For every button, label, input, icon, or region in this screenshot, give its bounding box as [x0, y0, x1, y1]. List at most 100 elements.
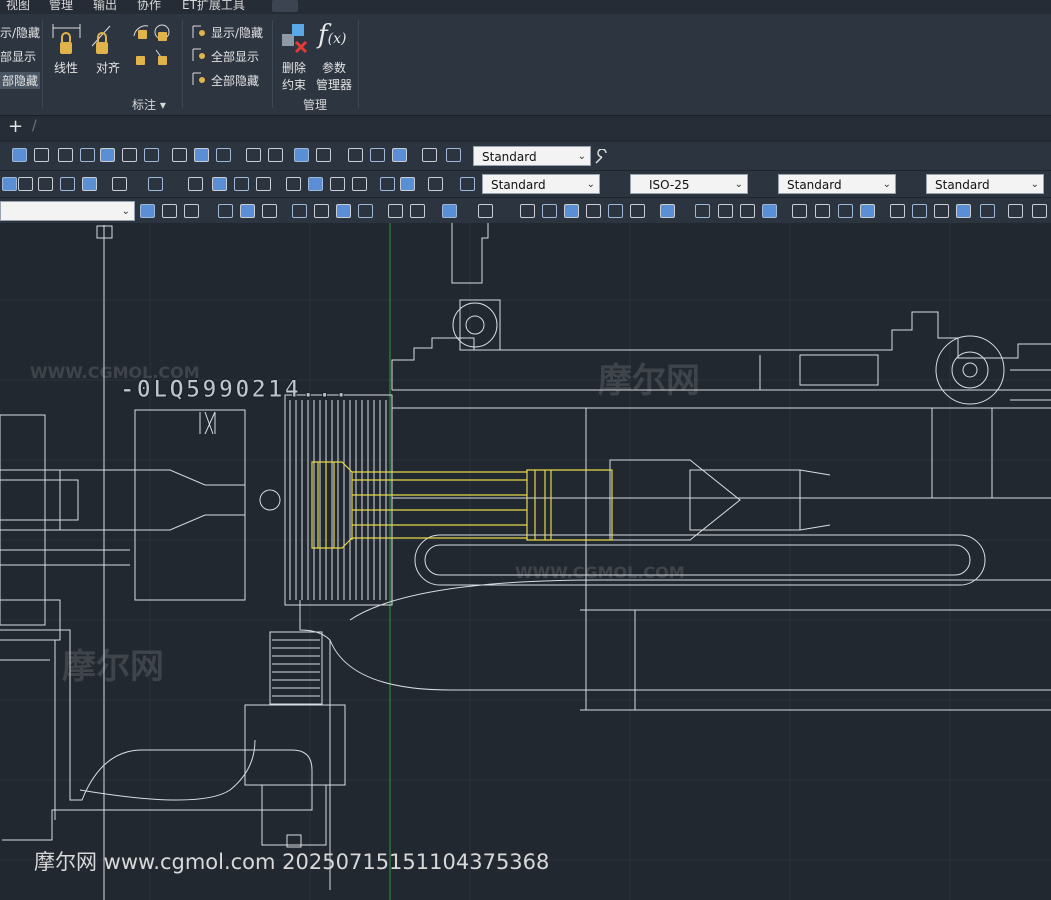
toolbar-tool-icon[interactable] [838, 204, 853, 218]
toolbar-tool-icon[interactable] [564, 204, 579, 218]
toolbar-tool-icon[interactable] [112, 177, 127, 191]
menu-manage[interactable]: 管理 [49, 0, 73, 12]
multileader-style-combo[interactable]: Standard ⌄ [926, 174, 1044, 194]
toolbar-tool-icon[interactable] [144, 148, 159, 162]
parameters-manager-icon[interactable]: f(x) [318, 20, 346, 50]
angular-lock-icon[interactable] [130, 20, 174, 80]
ribbon-minimize-icon[interactable] [272, 0, 298, 12]
toolbar-tool-icon[interactable] [422, 148, 437, 162]
toolbar-tool-icon[interactable] [956, 204, 971, 218]
toolbar-tool-icon[interactable] [140, 204, 155, 218]
toolbar-tool-icon[interactable] [60, 177, 75, 191]
toolbar-tool-icon[interactable] [912, 204, 927, 218]
delete-constraint-icon[interactable] [278, 22, 312, 58]
toolbar-tool-icon[interactable] [212, 177, 227, 191]
toolbar-tool-icon[interactable] [246, 148, 261, 162]
layer-combo[interactable]: ⌄ [0, 201, 135, 221]
ribbon-show-all-partial[interactable]: 部显示 [0, 48, 36, 65]
toolbar-tool-icon[interactable] [216, 148, 231, 162]
constraint-hide-all[interactable]: 全部隐藏 [211, 72, 259, 89]
toolbar-tool-icon[interactable] [308, 177, 323, 191]
toolbar-tool-icon[interactable] [400, 177, 415, 191]
ribbon-hide-all-partial[interactable]: 部隐藏 [0, 72, 41, 89]
toolbar-tool-icon[interactable] [2, 177, 17, 191]
text-style-combo[interactable]: Standard ⌄ [482, 174, 600, 194]
toolbar-tool-icon[interactable] [34, 148, 49, 162]
toolbar-tool-icon[interactable] [762, 204, 777, 218]
toolbar-tool-icon[interactable] [630, 204, 645, 218]
hide-all-constraint-icon[interactable] [190, 71, 208, 87]
toolbar-tool-icon[interactable] [1008, 204, 1023, 218]
delete-constraint-label-2[interactable]: 约束 [282, 76, 306, 93]
toolbar-tool-icon[interactable] [262, 204, 277, 218]
toolbar-tool-icon[interactable] [314, 204, 329, 218]
toolbar-tool-icon[interactable] [352, 177, 367, 191]
toolbar-tool-icon[interactable] [148, 177, 163, 191]
linear-dimension-icon[interactable] [50, 20, 84, 62]
cad-drawing[interactable]: -0LQ5990214... [0, 223, 1051, 900]
toolbar-tool-icon[interactable] [348, 148, 363, 162]
toolbar-tool-icon[interactable] [100, 148, 115, 162]
toolbar-tool-icon[interactable] [234, 177, 249, 191]
toolbar-tool-icon[interactable] [336, 204, 351, 218]
constraint-show-all[interactable]: 全部显示 [211, 48, 259, 65]
toolbar-tool-icon[interactable] [478, 204, 493, 218]
toolbar-tool-icon[interactable] [460, 177, 475, 191]
menu-collaborate[interactable]: 协作 [137, 0, 161, 12]
dim-style-combo[interactable]: ISO-25 ⌄ [630, 174, 748, 194]
toolbar-tool-icon[interactable] [934, 204, 949, 218]
toolbar-tool-icon[interactable] [370, 148, 385, 162]
toolbar-tool-icon[interactable] [860, 204, 875, 218]
drawing-canvas[interactable]: -0LQ5990214... 摩尔网 摩尔网 WWW.CGMOL.COM WWW… [0, 223, 1051, 900]
toolbar-tool-icon[interactable] [890, 204, 905, 218]
delete-constraint-label-1[interactable]: 删除 [282, 59, 306, 76]
toolbar-tool-icon[interactable] [388, 204, 403, 218]
menu-et-tools[interactable]: ET扩展工具 [182, 0, 245, 12]
toolbar-tool-icon[interactable] [194, 148, 209, 162]
toolbar-tool-icon[interactable] [316, 148, 331, 162]
toolbar-tool-icon[interactable] [240, 204, 255, 218]
toolbar-tool-icon[interactable] [792, 204, 807, 218]
toolbar-tool-icon[interactable] [695, 204, 710, 218]
new-tab-button[interactable]: + [8, 116, 23, 137]
linear-label[interactable]: 线性 [54, 59, 78, 76]
toolbar-tool-icon[interactable] [608, 204, 623, 218]
toolbar-tool-icon[interactable] [446, 148, 461, 162]
toolbar-tool-icon[interactable] [286, 177, 301, 191]
toolbar-tool-icon[interactable] [380, 177, 395, 191]
toolbar-tool-icon[interactable] [188, 177, 203, 191]
toolbar-tool-icon[interactable] [184, 204, 199, 218]
menu-output[interactable]: 输出 [93, 0, 117, 12]
toolbar-tool-icon[interactable] [815, 204, 830, 218]
toolbar-tool-icon[interactable] [122, 148, 137, 162]
toolbar-tool-icon[interactable] [294, 148, 309, 162]
toolbar-tool-icon[interactable] [58, 148, 73, 162]
menu-view[interactable]: 视图 [6, 0, 30, 12]
toolbar-tool-icon[interactable] [358, 204, 373, 218]
toolbar-tool-icon[interactable] [392, 148, 407, 162]
ribbon-show-hide-partial[interactable]: 示/隐藏 [0, 24, 40, 41]
dimension-panel-title[interactable]: 标注 ▾ [132, 96, 166, 113]
toolbar-tool-icon[interactable] [172, 148, 187, 162]
toolbar-tool-icon[interactable] [428, 177, 443, 191]
style-combo[interactable]: Standard ⌄ [473, 146, 591, 166]
aligned-label[interactable]: 对齐 [96, 59, 120, 76]
toolbar-tool-icon[interactable] [82, 177, 97, 191]
toolbar-tool-icon[interactable] [268, 148, 283, 162]
toolbar-tool-icon[interactable] [256, 177, 271, 191]
toolbar-tool-icon[interactable] [542, 204, 557, 218]
show-hide-constraint-icon[interactable] [190, 24, 208, 40]
aligned-dimension-icon[interactable] [88, 20, 122, 62]
table-style-combo[interactable]: Standard ⌄ [778, 174, 896, 194]
toolbar-tool-icon[interactable] [520, 204, 535, 218]
toolbar-tool-icon[interactable] [292, 204, 307, 218]
toolbar-tool-icon[interactable] [80, 148, 95, 162]
toolbar-tool-icon[interactable] [38, 177, 53, 191]
constraint-show-hide[interactable]: 显示/隐藏 [211, 24, 263, 41]
toolbar-tool-icon[interactable] [718, 204, 733, 218]
toolbar-tool-icon[interactable] [410, 204, 425, 218]
params-label-2[interactable]: 管理器 [316, 76, 352, 93]
toolbar-tool-icon[interactable] [586, 204, 601, 218]
toolbar-tool-icon[interactable] [12, 148, 27, 162]
show-all-constraint-icon[interactable] [190, 47, 208, 63]
